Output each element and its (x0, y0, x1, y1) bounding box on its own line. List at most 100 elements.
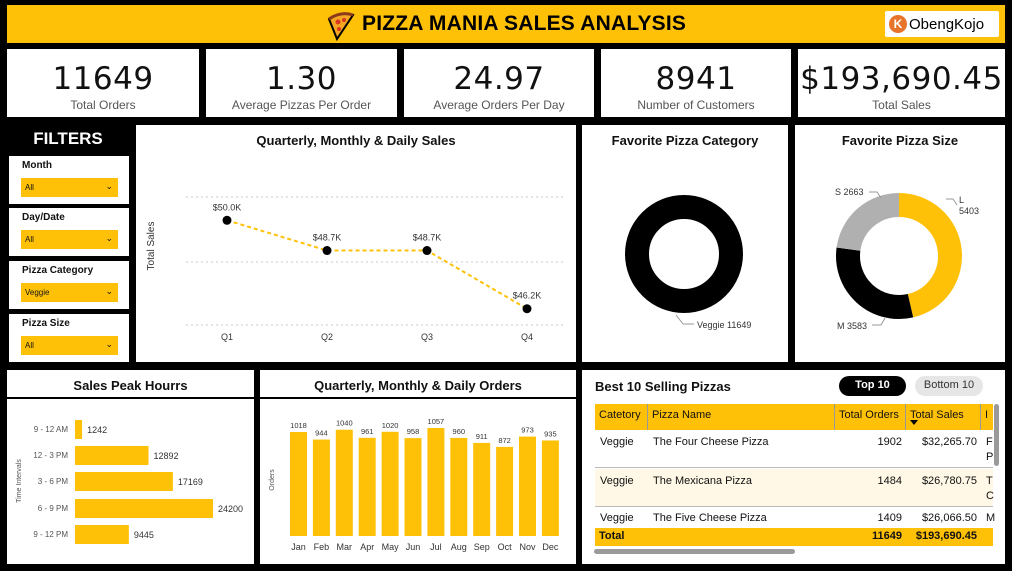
kpi-customers: 8941 Number of Customers (601, 49, 791, 117)
y-axis-label: Orders (269, 469, 276, 491)
bar (312, 439, 330, 536)
total-spacer (648, 528, 835, 546)
column-header-total-sales[interactable]: Total Sales (906, 404, 981, 430)
kpi-total-orders: 11649 Total Orders (7, 49, 199, 117)
month-dropdown[interactable]: All ⌄ (21, 178, 118, 197)
data-label: $48.7K (313, 233, 342, 243)
y-tick-label: 9 - 12 PM (33, 530, 68, 539)
cell-orders: 1484 (877, 475, 902, 487)
bar (450, 437, 468, 536)
data-label: 1018 (290, 421, 307, 430)
data-label: 958 (407, 427, 420, 436)
x-tick-label: Jun (406, 542, 421, 552)
x-tick-label: Oct (498, 542, 513, 552)
data-label: 12892 (154, 451, 179, 461)
data-label: 1242 (87, 425, 107, 435)
kpi-label: Total Orders (70, 98, 136, 112)
bar (75, 499, 213, 518)
x-tick-label: Sep (474, 542, 490, 552)
top10-button[interactable]: Top 10 (839, 376, 906, 396)
y-axis-label: Total Sales (146, 222, 157, 271)
bar (519, 436, 536, 536)
donut-slice (836, 247, 914, 319)
total-orders: 11649 (835, 528, 906, 546)
filter-label: Pizza Size (22, 318, 70, 329)
bar (75, 446, 149, 465)
total-sales: $193,690.45 (906, 528, 981, 546)
filter-label: Month (22, 160, 52, 171)
sort-desc-icon (910, 420, 918, 425)
filter-label: Pizza Category (22, 265, 94, 276)
slice-value: 5403 (959, 206, 979, 216)
bar (75, 525, 129, 544)
quarterly-sales-panel: Quarterly, Monthly & Daily Sales $50.0K Q… (136, 125, 576, 362)
data-point (322, 246, 332, 256)
x-tick-label: Nov (519, 542, 536, 552)
day-date-dropdown[interactable]: All ⌄ (21, 230, 118, 249)
pizza-icon (327, 12, 355, 41)
slice-label: L (959, 195, 964, 205)
cell-extra: F (986, 436, 993, 448)
y-tick-label: 12 - 3 PM (33, 451, 68, 460)
filter-pizza-category: Pizza Category Veggie ⌄ (9, 261, 129, 309)
cell-orders: 1902 (877, 436, 902, 448)
leader-line (675, 314, 684, 325)
data-label: 872 (498, 436, 511, 445)
data-label: 17169 (178, 477, 203, 487)
pizza-size-dropdown[interactable]: All ⌄ (21, 336, 118, 355)
bar (541, 440, 559, 536)
kpi-label: Average Orders Per Day (433, 98, 565, 112)
header-bar: PIZZA MANIA SALES ANALYSIS K ObengKojo (7, 5, 1005, 43)
cell-pizza-name: The Mexicana Pizza (653, 475, 753, 487)
data-label: 1020 (382, 421, 399, 430)
orders-panel: Quarterly, Monthly & Daily Orders 1018 Ja… (260, 370, 576, 564)
bar (75, 472, 173, 491)
brand-logo: K ObengKojo (885, 11, 999, 37)
monthly-orders-chart: 1018 Jan 944 Feb 1040 Mar 961 Apr 1020 May 958 Jun 1… (269, 417, 559, 552)
size-donut-chart: L5403 M 3583 S 2663 (835, 187, 979, 331)
bottom10-button[interactable]: Bottom 10 (915, 376, 983, 396)
filter-pizza-size: Pizza Size All ⌄ (9, 314, 129, 362)
x-tick-label: Q2 (321, 332, 333, 342)
pizza-category-dropdown[interactable]: Veggie ⌄ (21, 283, 118, 302)
chevron-down-icon: ⌄ (105, 181, 113, 191)
kpi-value: $193,690.45 (800, 61, 1003, 97)
y-tick-label: 6 - 9 PM (38, 504, 69, 513)
donut-slice (625, 195, 743, 313)
cell-orders: 1409 (877, 512, 902, 524)
filter-value: All (25, 235, 34, 244)
filter-label: Day/Date (22, 212, 65, 223)
data-label: 935 (544, 429, 557, 438)
horizontal-scrollbar[interactable] (594, 549, 795, 554)
kpi-label: Total Sales (872, 98, 931, 112)
data-point (222, 215, 232, 225)
column-header-total-orders[interactable]: Total Orders (835, 404, 906, 430)
column-header-pizza-name[interactable]: Pizza Name (648, 404, 835, 430)
y-axis-label: Time Intervals (16, 459, 23, 503)
data-label: 9445 (134, 530, 154, 540)
x-tick-label: Feb (314, 542, 330, 552)
bar (427, 428, 445, 536)
kpi-value: 11649 (52, 61, 154, 97)
bar (358, 437, 376, 536)
kpi-label: Average Pizzas Per Order (231, 98, 372, 112)
vertical-scrollbar[interactable] (994, 404, 999, 466)
cell-sales: $32,265.70 (921, 436, 977, 448)
kpi-total-sales: $193,690.45 Total Sales (798, 49, 1005, 117)
bar (404, 438, 422, 536)
cell-category: Veggie (600, 475, 634, 487)
column-header-category[interactable]: Catetory (595, 404, 648, 430)
category-panel: Favorite Pizza Category Veggie 11649 (582, 125, 788, 362)
leader-line (872, 317, 886, 326)
quarterly-sales-chart: $50.0K Q1 $48.7K Q2 $48.7K Q3 $46.2K Q4 Total Sa… (146, 196, 564, 342)
data-label: $50.0K (213, 202, 242, 212)
kpi-avg-orders-day: 24.97 Average Orders Per Day (404, 49, 594, 117)
kpi-value: 1.30 (265, 61, 338, 97)
bar (381, 431, 399, 536)
kpi-avg-pizzas: 1.30 Average Pizzas Per Order (206, 49, 397, 117)
data-label: 944 (315, 429, 328, 438)
y-tick-label: 9 - 12 AM (34, 425, 69, 434)
total-extra (981, 528, 993, 546)
chevron-down-icon: ⌄ (105, 286, 113, 296)
column-header-extra[interactable]: I (981, 404, 993, 430)
